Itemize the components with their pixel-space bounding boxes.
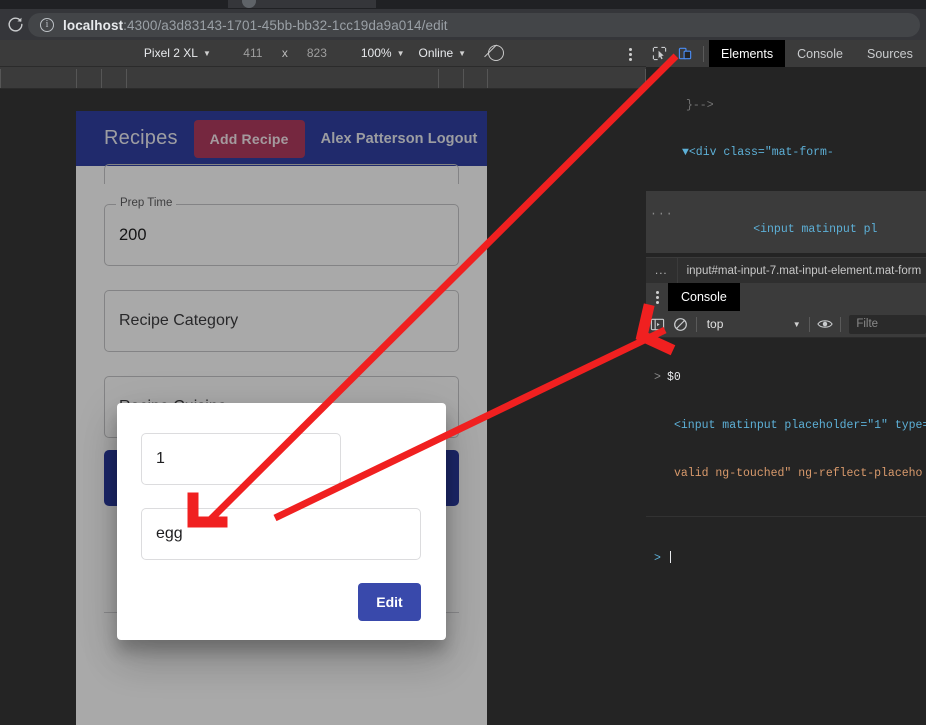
breadcrumb-current[interactable]: input#mat-input-7.mat-input-element.mat-…	[678, 265, 922, 277]
chevron-down-icon: ▼	[396, 48, 405, 58]
chevron-down-icon: ▼	[792, 319, 801, 329]
devtools-tab-bar: Elements Console Sources	[646, 40, 926, 67]
prep-time-label: Prep Time	[116, 197, 177, 209]
console-sidebar-icon[interactable]	[646, 311, 669, 338]
throttling-value: Online	[418, 46, 454, 60]
chevron-down-icon: ▼	[458, 48, 467, 58]
emulated-page-area: Recipes Add Recipe Alex Patterson Logout…	[0, 89, 646, 725]
app-toolbar: Recipes Add Recipe Alex Patterson Logout	[76, 111, 487, 166]
form-field-partial[interactable]	[104, 164, 459, 184]
dom-tree[interactable]: }--> ▼<div class="mat-form- ··· <input m…	[646, 67, 926, 257]
throttling-selector[interactable]: Online ▼	[418, 46, 466, 60]
viewport-ruler	[0, 67, 646, 89]
dialog-quantity-field[interactable]: 1	[141, 433, 341, 485]
console-toolbar: top ▼ Filte	[646, 311, 926, 338]
prep-time-value: 200	[119, 225, 147, 244]
tab-console[interactable]: Console	[785, 40, 855, 67]
url-host: localhost	[63, 17, 124, 33]
tab-elements[interactable]: Elements	[709, 40, 786, 67]
console-drawer-tab-bar: Console	[646, 283, 926, 311]
browser-toolbar: i localhost:4300/a3d83143-1701-45bb-bb32…	[0, 9, 926, 40]
console-prompt-row[interactable]: >	[646, 551, 926, 567]
dialog-name-field[interactable]: egg	[141, 508, 421, 560]
dialog-quantity-value: 1	[156, 450, 165, 467]
form-field-prep-time[interactable]: Prep Time 200	[104, 197, 459, 266]
console-context-selector[interactable]: top ▼	[701, 317, 805, 331]
browser-tab[interactable]	[228, 0, 376, 8]
site-info-icon[interactable]: i	[40, 18, 54, 32]
address-bar[interactable]: i localhost:4300/a3d83143-1701-45bb-bb32…	[28, 13, 920, 37]
tab-favicon-icon	[242, 0, 256, 8]
url-path: :4300/a3d83143-1701-45bb-bb32-1cc19da9a0…	[123, 17, 448, 33]
recipe-category-placeholder: Recipe Category	[119, 312, 239, 329]
edit-ingredient-dialog: 1 egg Edit	[117, 403, 446, 640]
console-prompt-icon: >	[654, 371, 661, 384]
reload-icon[interactable]	[6, 15, 25, 34]
drawer-tab-console[interactable]: Console	[668, 283, 740, 311]
devtools-panel: Elements Console Sources }--> ▼<div clas…	[646, 40, 926, 725]
viewport-width-input[interactable]: 411	[231, 46, 275, 60]
dimension-separator: x	[281, 46, 288, 60]
device-emulation-toolbar: Pixel 2 XL ▼ 411 x 823 100% ▼ Online ▼	[0, 40, 646, 67]
toolbar-divider	[808, 316, 810, 332]
dom-line-text: }-->	[686, 99, 714, 112]
zoom-selector[interactable]: 100% ▼	[361, 46, 405, 60]
form-field-recipe-category[interactable]: Recipe Category	[104, 290, 459, 352]
toggle-device-toolbar-icon[interactable]	[672, 40, 698, 67]
browser-window: i localhost:4300/a3d83143-1701-45bb-bb32…	[0, 0, 926, 725]
console-prompt-icon: >	[654, 552, 661, 565]
chevron-down-icon: ▼	[202, 48, 211, 58]
no-throttling-icon[interactable]	[488, 45, 505, 61]
tab-sources[interactable]: Sources	[855, 40, 925, 67]
dialog-edit-button[interactable]: Edit	[358, 583, 421, 621]
console-result: valid ng-touched" ng-reflect-placeho	[646, 466, 926, 482]
console-input-row: > $0	[646, 370, 926, 386]
toolbar-divider	[703, 45, 704, 62]
console-result-line-2: valid ng-touched" ng-reflect-placeho	[674, 467, 923, 480]
user-logout-link[interactable]: Alex Patterson Logout	[321, 131, 478, 147]
device-name: Pixel 2 XL	[143, 46, 198, 60]
viewport-height-input[interactable]: 823	[295, 46, 339, 60]
console-expression: $0	[667, 371, 681, 384]
console-divider	[646, 516, 926, 517]
dom-line-text: ▼<div class="mat-form-	[682, 145, 834, 159]
console-context-value: top	[706, 317, 724, 331]
device-selector[interactable]: Pixel 2 XL ▼	[142, 46, 213, 60]
console-text-caret	[670, 551, 671, 563]
breadcrumb-overflow-button[interactable]: ...	[646, 265, 677, 277]
tab-strip	[0, 0, 926, 9]
app-brand[interactable]: Recipes	[104, 127, 178, 150]
device-toolbar-menu-icon[interactable]	[629, 46, 632, 63]
toolbar-divider	[840, 316, 842, 332]
url-text: localhost:4300/a3d83143-1701-45bb-bb32-1…	[63, 18, 448, 33]
drawer-menu-icon[interactable]	[646, 290, 668, 304]
clear-console-icon[interactable]	[669, 311, 692, 338]
console-result: <input matinput placeholder="1" type=	[646, 418, 926, 434]
console-filter-input[interactable]: Filte	[849, 314, 926, 334]
add-recipe-button[interactable]: Add Recipe	[193, 119, 305, 158]
toolbar-divider	[695, 316, 697, 332]
zoom-value: 100%	[360, 46, 392, 60]
breadcrumb: ... input#mat-input-7.mat-input-element.…	[646, 257, 926, 284]
dialog-name-value: egg	[156, 525, 183, 542]
console-result-line-1: <input matinput placeholder="1" type=	[674, 419, 926, 432]
inspect-element-icon[interactable]	[646, 40, 672, 67]
live-expression-icon[interactable]	[814, 311, 837, 338]
dom-expand-dots-icon[interactable]: ···	[650, 207, 674, 223]
console-output[interactable]: > $0 <input matinput placeholder="1" typ…	[646, 338, 926, 725]
dom-line-text: <input matinput pl	[753, 223, 878, 236]
